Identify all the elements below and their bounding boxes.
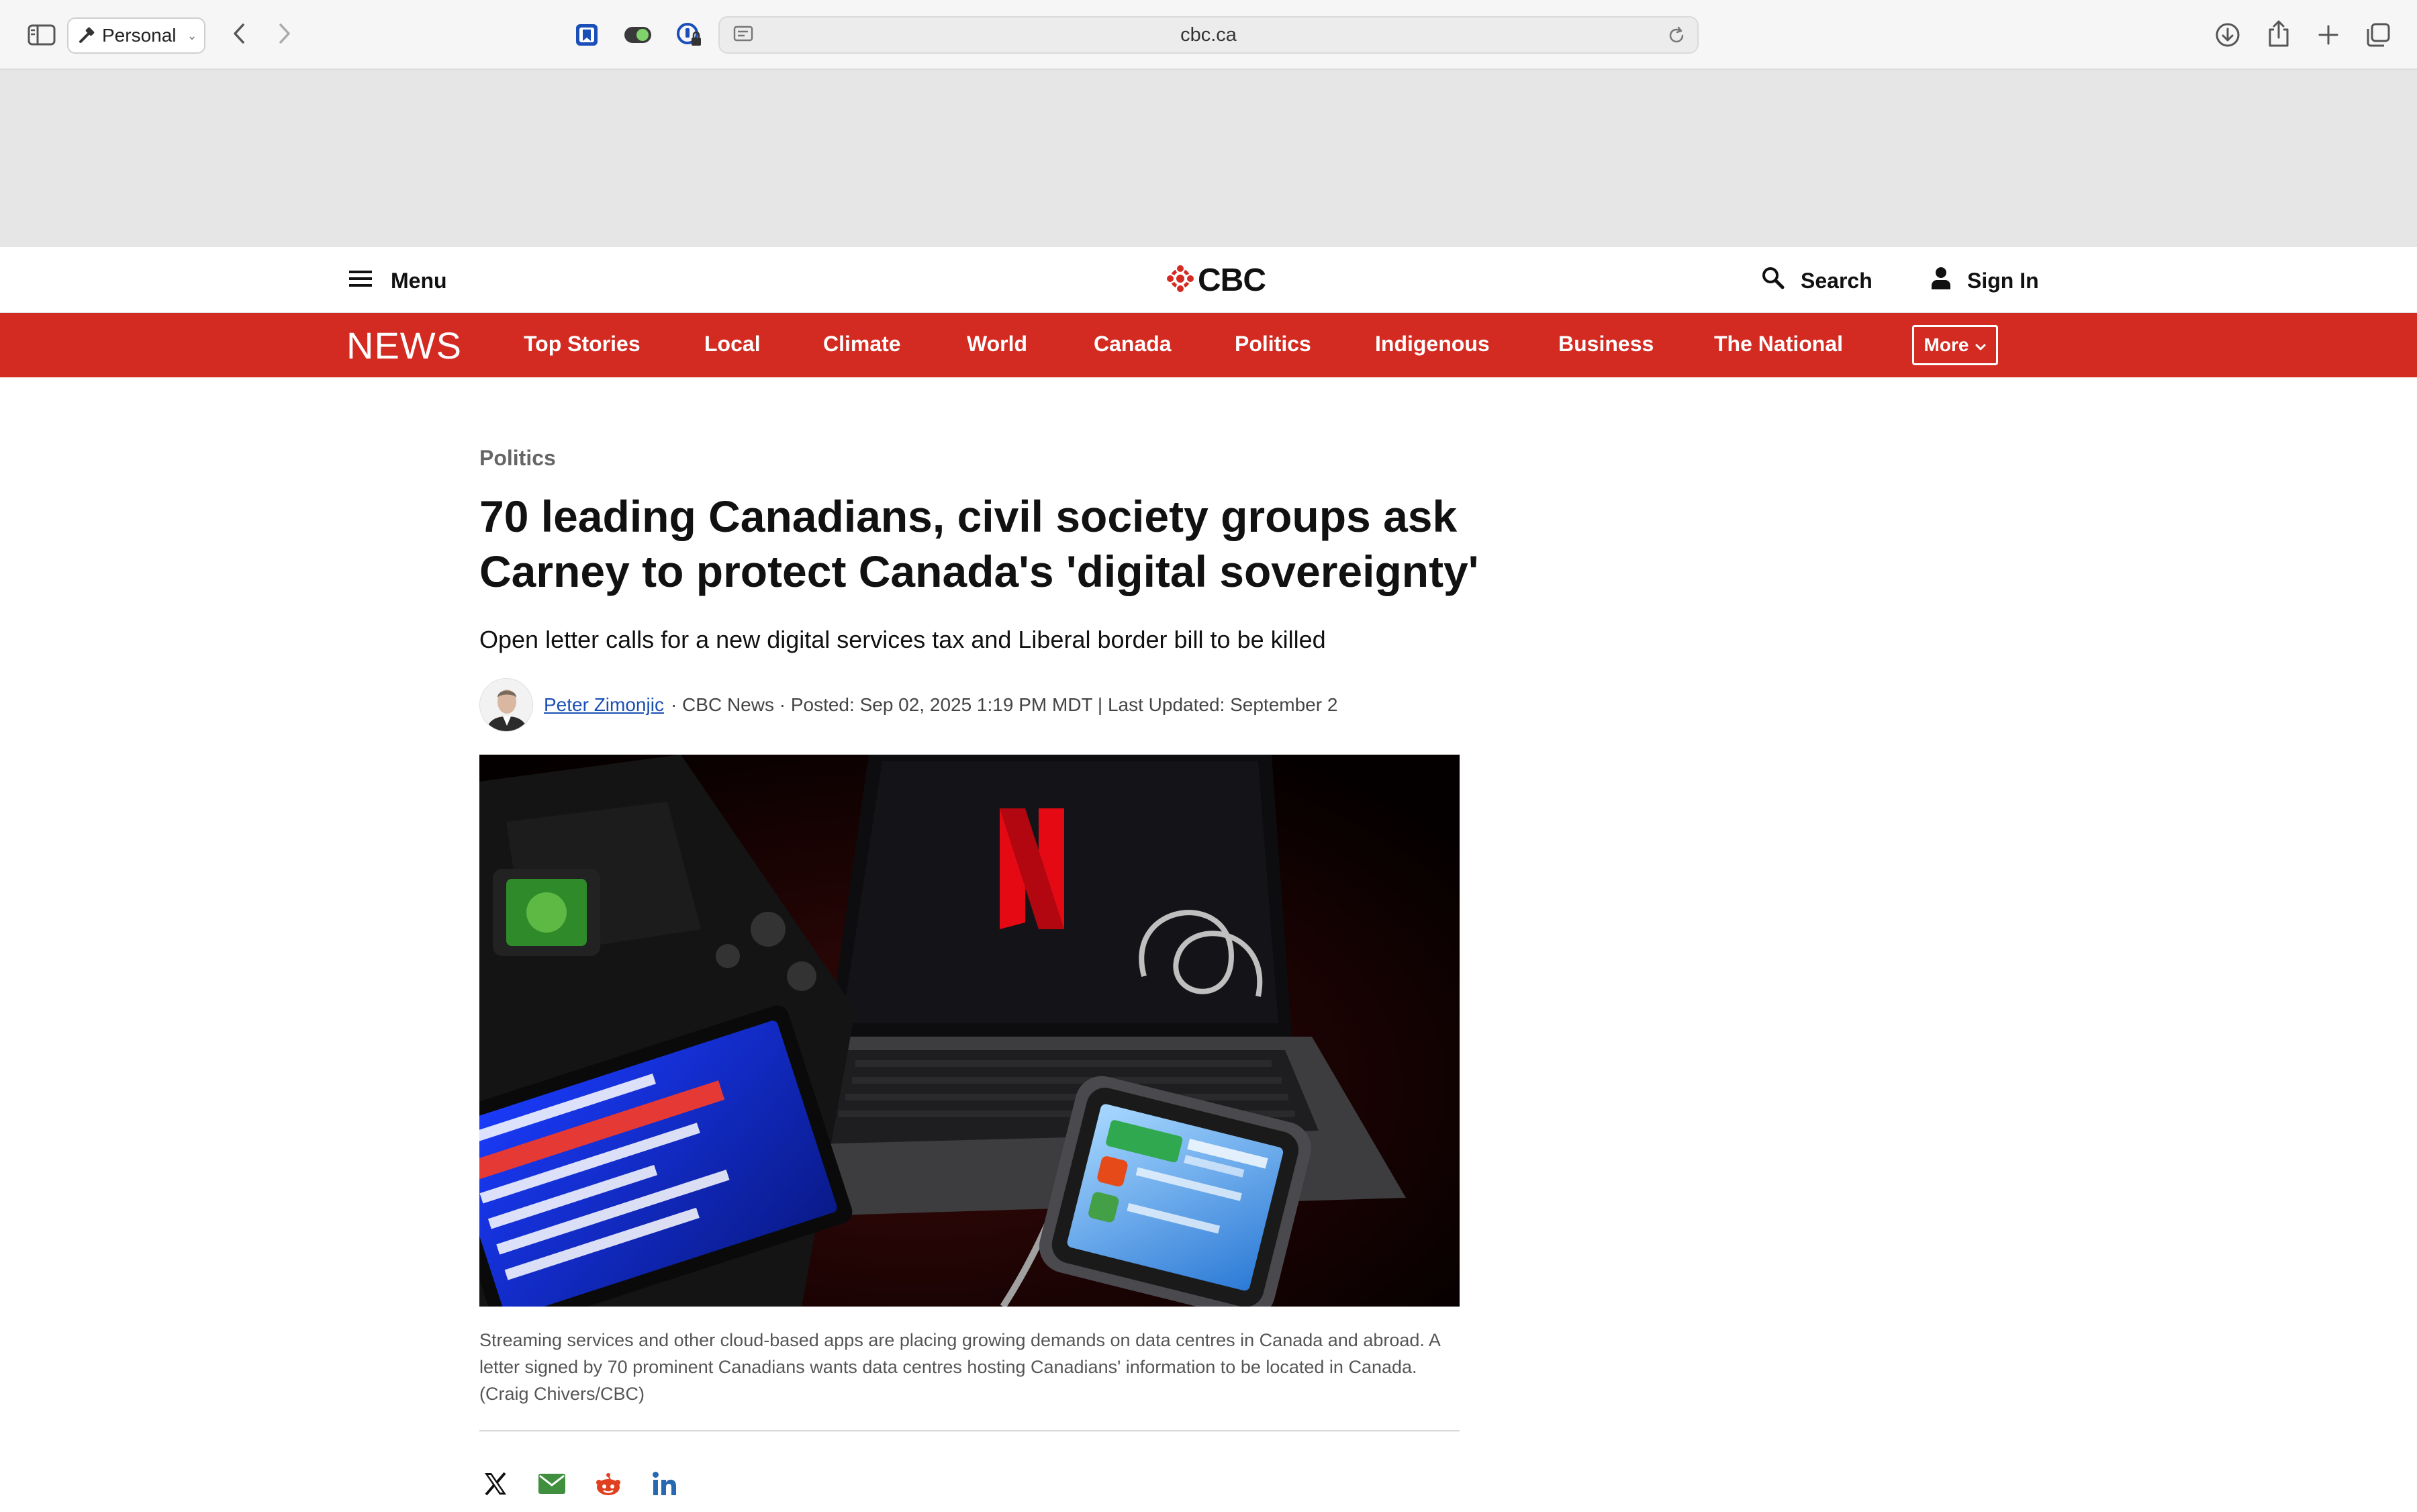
- page-settings-icon[interactable]: [733, 26, 753, 44]
- email-icon[interactable]: [536, 1468, 568, 1500]
- nav-item-the-national[interactable]: The National: [1714, 332, 1843, 357]
- share-bar: [479, 1464, 681, 1504]
- nav-item-local[interactable]: Local: [704, 332, 761, 357]
- menu-label: Menu: [391, 268, 447, 293]
- photo-caption: Streaming services and other cloud-based…: [479, 1330, 1440, 1404]
- headline-line-1: 70 leading Canadians, civil society grou…: [479, 491, 1458, 541]
- news-navbar: NEWS Top Stories Local Climate World Can…: [0, 313, 2417, 377]
- more-label: More: [1924, 334, 1969, 355]
- toggle-extension-icon[interactable]: [623, 23, 653, 47]
- news-brand[interactable]: NEWS: [346, 324, 462, 367]
- search-label: Search: [1801, 268, 1873, 293]
- browser-toolbar: Personal ⌄ cbc.ca: [0, 0, 2417, 70]
- sidebar-toggle-icon[interactable]: [26, 23, 58, 47]
- author-avatar[interactable]: [479, 678, 533, 732]
- byline-meta: · CBC News · Posted: Sep 02, 2025 1:19 P…: [670, 694, 1338, 715]
- divider: [479, 1430, 1460, 1431]
- hamburger-icon: [349, 269, 372, 293]
- nav-item-canada[interactable]: Canada: [1094, 332, 1172, 357]
- author-link[interactable]: Peter Zimonjic: [544, 694, 664, 716]
- profile-label: Personal: [102, 25, 177, 46]
- article-category[interactable]: Politics: [479, 446, 556, 471]
- nav-item-politics[interactable]: Politics: [1235, 332, 1311, 357]
- back-icon[interactable]: [226, 20, 252, 47]
- password-extension-icon[interactable]: [674, 20, 704, 50]
- chevron-down-icon: [1975, 334, 1986, 356]
- search-icon: [1762, 267, 1785, 295]
- bookmark-extension-icon[interactable]: [573, 21, 600, 48]
- nav-item-business[interactable]: Business: [1558, 332, 1654, 357]
- share-icon[interactable]: [2264, 17, 2293, 50]
- ad-placeholder: [0, 70, 2417, 247]
- nav-item-climate[interactable]: Climate: [823, 332, 901, 357]
- reddit-icon[interactable]: [592, 1468, 624, 1500]
- user-icon: [1931, 267, 1951, 295]
- cbc-gem-icon: [1167, 265, 1194, 295]
- tab-overview-icon[interactable]: [2363, 20, 2393, 50]
- menu-button[interactable]: Menu: [349, 266, 447, 295]
- hammer-icon: [78, 27, 95, 44]
- chevron-down-icon: ⌄: [187, 28, 197, 42]
- byline: Peter Zimonjic · CBC News · Posted: Sep …: [479, 678, 1337, 732]
- profile-switcher[interactable]: Personal ⌄: [67, 17, 205, 54]
- site-header: Menu CBC Search Sign In: [0, 247, 2417, 313]
- search-button[interactable]: Search: [1762, 266, 1873, 295]
- nav-item-top-stories[interactable]: Top Stories: [524, 332, 641, 357]
- article-photo[interactable]: [479, 755, 1460, 1307]
- nav-item-indigenous[interactable]: Indigenous: [1375, 332, 1490, 357]
- more-button[interactable]: More: [1912, 325, 1998, 365]
- sign-in-label: Sign In: [1967, 268, 2039, 293]
- x-icon[interactable]: [479, 1468, 512, 1500]
- linkedin-icon[interactable]: [649, 1468, 681, 1500]
- reload-icon[interactable]: [1666, 26, 1687, 46]
- downloads-icon[interactable]: [2213, 20, 2242, 50]
- sign-in-button[interactable]: Sign In: [1931, 266, 2039, 295]
- url-text: cbc.ca: [1180, 23, 1237, 46]
- logo-text: CBC: [1198, 262, 1266, 298]
- article-dek: Open letter calls for a new digital serv…: [479, 626, 1326, 653]
- cbc-logo[interactable]: CBC: [1167, 262, 1266, 298]
- address-bar[interactable]: cbc.ca: [718, 16, 1699, 54]
- nav-item-world[interactable]: World: [967, 332, 1027, 357]
- article-headline: 70 leading Canadians, civil society grou…: [479, 489, 1486, 599]
- headline-line-2: Carney to protect Canada's 'digital sove…: [479, 547, 1479, 596]
- forward-icon[interactable]: [271, 20, 298, 47]
- new-tab-icon[interactable]: [2314, 20, 2343, 50]
